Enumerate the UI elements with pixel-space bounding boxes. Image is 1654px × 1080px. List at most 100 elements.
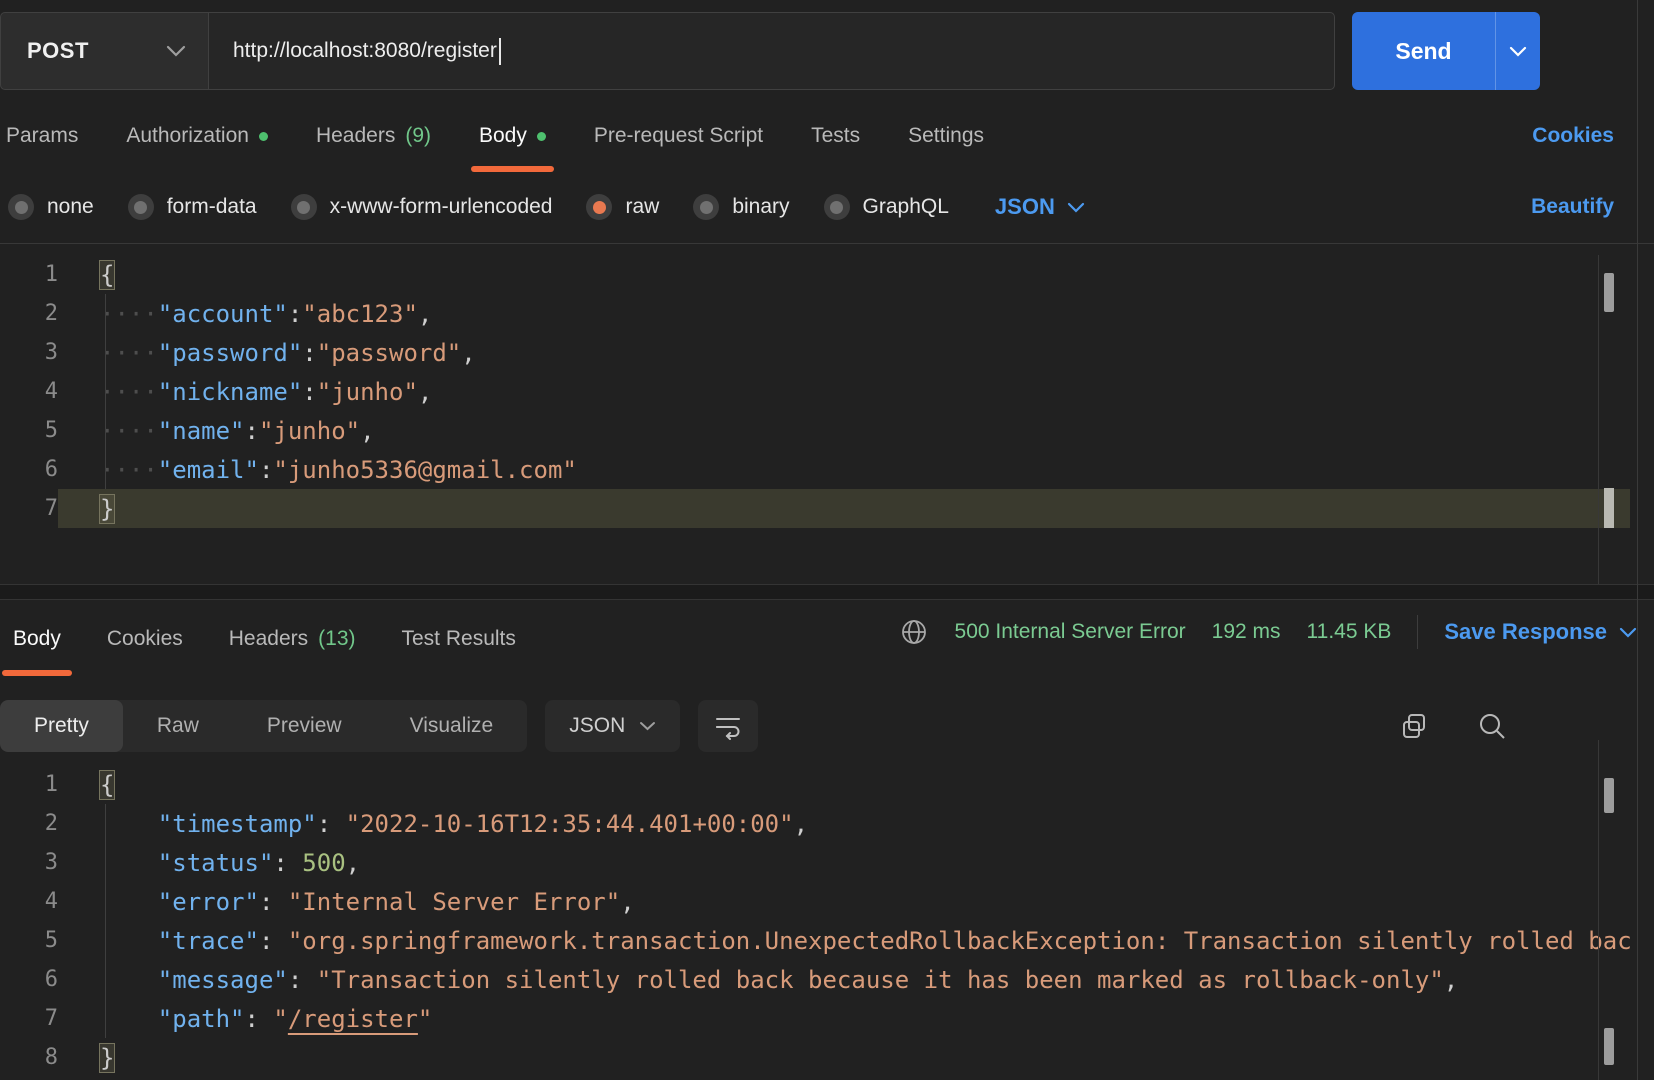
view-visualize[interactable]: Visualize <box>376 700 528 752</box>
line-number: 6 <box>44 457 58 482</box>
code-text: "trace": "org.springframework.transactio… <box>58 921 1630 960</box>
copy-icon[interactable] <box>1399 711 1429 741</box>
cookies-link[interactable]: Cookies <box>1532 124 1614 148</box>
tab-authorization[interactable]: Authorization <box>102 100 292 172</box>
radio-icon <box>127 194 154 220</box>
send-button[interactable]: Send <box>1352 12 1540 90</box>
chevron-down-icon <box>1067 202 1085 213</box>
code-token: ···· <box>100 299 158 328</box>
radio-icon <box>8 194 34 220</box>
status-badge[interactable]: 500 Internal Server Error <box>955 620 1186 644</box>
code-token: { <box>98 769 116 800</box>
chevron-down-icon <box>1619 627 1637 638</box>
code-line[interactable]: 5 ···· "name": "junho", <box>0 411 1630 450</box>
code-line[interactable]: 1{ <box>0 765 1630 804</box>
code-line[interactable]: 3 "status": 500, <box>0 843 1630 882</box>
code-token: } <box>98 1042 116 1073</box>
code-line[interactable]: 4 ···· "nickname": "junho", <box>0 372 1630 411</box>
code-text: ···· "email": "junho5336@gmail.com" <box>58 450 1630 489</box>
code-token: "nickname" <box>157 377 303 406</box>
code-text: ···· "account": "abc123", <box>58 294 1630 333</box>
code-line[interactable]: 2 ···· "account": "abc123", <box>0 294 1630 333</box>
code-line[interactable]: 7} <box>0 489 1630 528</box>
view-pretty[interactable]: Pretty <box>0 700 123 752</box>
response-format-label: JSON <box>569 714 626 737</box>
response-time[interactable]: 192 ms <box>1212 620 1281 644</box>
tab-body[interactable]: Body <box>455 100 570 172</box>
response-tab-cookies[interactable]: Cookies <box>84 600 206 678</box>
beautify-link[interactable]: Beautify <box>1531 195 1614 219</box>
code-line[interactable]: 6 "message": "Transaction silently rolle… <box>0 960 1630 999</box>
tab-headers[interactable]: Headers (9) <box>292 100 455 172</box>
code-token: "account" <box>157 299 288 328</box>
request-url-row: POST http://localhost:8080/register Send <box>0 12 1540 90</box>
code-line[interactable]: 2 "timestamp": "2022-10-16T12:35:44.401+… <box>0 804 1630 843</box>
view-raw[interactable]: Raw <box>123 700 233 752</box>
line-number: 5 <box>44 418 58 443</box>
body-type-none[interactable]: none <box>8 194 94 220</box>
body-type-binary[interactable]: binary <box>693 194 790 220</box>
radio-icon <box>290 194 317 220</box>
send-options-chevron-icon[interactable] <box>1495 12 1540 90</box>
code-line[interactable]: 7 "path": "/register " <box>0 999 1630 1038</box>
radio-label: none <box>47 195 94 218</box>
tab-pre-request-script[interactable]: Pre-request Script <box>570 100 787 172</box>
line-number: 4 <box>44 379 58 404</box>
body-type-form-data[interactable]: form-data <box>127 194 257 220</box>
json-link[interactable]: /register <box>288 1005 418 1033</box>
code-text: { <box>58 765 1630 804</box>
tab-count-badge: (13) <box>318 627 356 650</box>
response-format-select[interactable]: JSON <box>545 700 681 752</box>
request-body-editor[interactable]: 1{2 ···· "account": "abc123", 3 ···· "password… <box>0 244 1630 595</box>
language-label: JSON <box>994 194 1055 219</box>
chevron-down-icon <box>166 45 186 57</box>
body-type-graphql[interactable]: GraphQL <box>823 194 949 220</box>
code-line[interactable]: 8} <box>0 1038 1630 1077</box>
request-scrollbar-thumb[interactable] <box>1604 273 1614 312</box>
code-token: : <box>258 926 288 955</box>
code-token: ···· <box>100 455 158 484</box>
response-meta: 500 Internal Server Error 192 ms 11.45 K… <box>899 615 1637 663</box>
code-token: "password" <box>157 338 303 367</box>
tab-params[interactable]: Params <box>6 100 102 172</box>
radio-label: x-www-form-urlencoded <box>329 195 553 218</box>
code-line[interactable]: 6 ···· "email": "junho5336@gmail.com" <box>0 450 1630 489</box>
wrap-text-button[interactable] <box>698 700 759 752</box>
body-type-x-www-form-urlencoded[interactable]: x-www-form-urlencoded <box>290 194 553 220</box>
method-select[interactable]: POST <box>0 12 208 90</box>
code-token: "password" <box>316 338 462 367</box>
search-icon[interactable] <box>1477 711 1507 741</box>
response-tab-headers[interactable]: Headers (13) <box>206 600 379 678</box>
request-scrollbar-track[interactable] <box>1598 255 1599 584</box>
line-number: 3 <box>44 340 58 365</box>
divider <box>1417 615 1419 649</box>
network-globe-icon[interactable] <box>899 617 929 647</box>
tab-settings[interactable]: Settings <box>884 100 1008 172</box>
response-body-editor[interactable]: 1{2 "timestamp": "2022-10-16T12:35:44.40… <box>0 753 1630 1080</box>
response-tab-test-results[interactable]: Test Results <box>379 600 539 678</box>
pane-divider[interactable] <box>0 584 1654 600</box>
response-actions <box>1399 711 1637 741</box>
response-tab-body[interactable]: Body <box>0 600 84 678</box>
code-line[interactable]: 4 "error": "Internal Server Error", <box>0 882 1630 921</box>
body-type-raw[interactable]: raw <box>586 194 659 220</box>
save-response-button[interactable]: Save Response <box>1444 619 1637 645</box>
code-line[interactable]: 1{ <box>0 255 1630 294</box>
code-text: "timestamp": "2022-10-16T12:35:44.401+00… <box>58 804 1630 843</box>
response-scrollbar-thumb[interactable] <box>1604 778 1614 813</box>
view-preview[interactable]: Preview <box>233 700 376 752</box>
code-token: "junho" <box>316 377 418 406</box>
response-scrollbar-track[interactable] <box>1598 740 1599 1080</box>
code-token: " <box>417 1004 433 1033</box>
response-size[interactable]: 11.45 KB <box>1307 620 1392 644</box>
url-input[interactable]: http://localhost:8080/register <box>208 12 1335 90</box>
code-token: : <box>287 299 303 328</box>
language-select[interactable]: JSON <box>995 194 1085 220</box>
code-line[interactable]: 3 ···· "password": "password", <box>0 333 1630 372</box>
code-line[interactable]: 5 "trace": "org.springframework.transact… <box>0 921 1630 960</box>
tab-tests[interactable]: Tests <box>787 100 884 172</box>
line-number: 7 <box>44 496 58 521</box>
